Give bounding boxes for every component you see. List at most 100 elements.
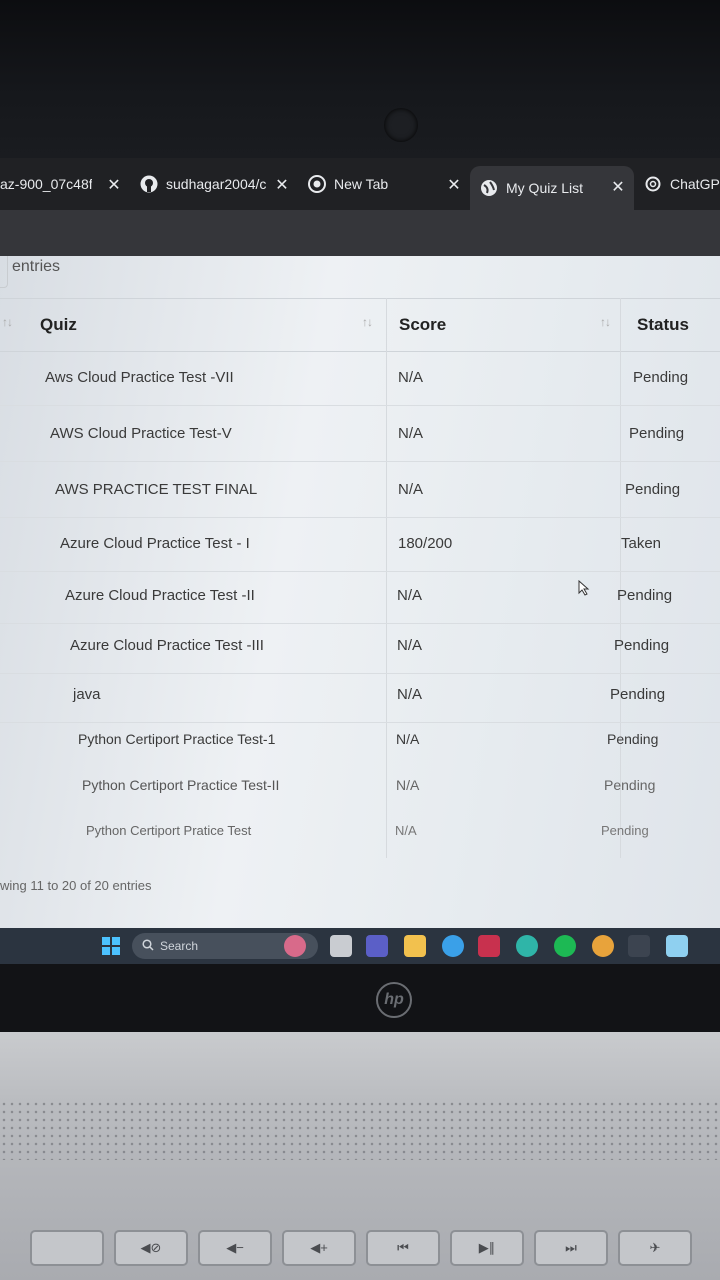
search-icon — [142, 938, 154, 954]
quiz-status: Pending — [601, 823, 649, 838]
close-icon[interactable]: ✕ — [106, 175, 122, 195]
search-placeholder: Search — [160, 939, 199, 953]
sort-icon[interactable]: ↑↓ — [600, 315, 611, 329]
table-info: wing 11 to 20 of 20 entries — [0, 878, 152, 893]
key-f7-volume-down: ◀− — [198, 1230, 272, 1266]
quiz-status: Pending — [610, 686, 666, 703]
webcam — [384, 108, 418, 142]
copilot-icon[interactable] — [284, 935, 306, 957]
tab-chatgpt[interactable]: ChatGP — [634, 164, 720, 204]
play-pause-icon: ▶∥ — [478, 1240, 496, 1255]
quiz-score: N/A — [397, 587, 423, 604]
quiz-name[interactable]: Python Certiport Pratice Test — [86, 823, 251, 838]
tab-label: New Tab — [334, 176, 389, 192]
key-f8-volume-up: ◀+ — [282, 1230, 356, 1266]
quiz-status: Pending — [607, 731, 659, 747]
quiz-name[interactable]: Python Certiport Practice Test-II — [82, 777, 279, 793]
table-row[interactable]: Azure Cloud Practice Test - I 180/200 Ta… — [0, 518, 720, 572]
tab-new-tab[interactable]: New Tab ✕ — [298, 164, 470, 204]
volume-up-icon: ◀+ — [310, 1240, 328, 1255]
tab-label: My Quiz List — [506, 180, 584, 196]
hp-logo: hp — [376, 982, 412, 1018]
key-f6-mute: ◀⊘ — [114, 1230, 188, 1266]
tab-az900[interactable]: az-900_07c48f3 ✕ — [0, 164, 130, 204]
mute-icon: ◀⊘ — [140, 1240, 162, 1255]
quiz-score: N/A — [397, 637, 423, 654]
quiz-score: N/A — [398, 481, 424, 498]
close-icon[interactable]: ✕ — [610, 177, 626, 197]
quiz-status: Pending — [614, 637, 670, 654]
quiz-score: N/A — [397, 686, 423, 703]
browser-toolbar — [0, 210, 720, 258]
speaker-grille — [0, 1100, 720, 1160]
store-icon[interactable] — [404, 935, 426, 957]
file-explorer-icon[interactable] — [330, 935, 352, 957]
quiz-name[interactable]: Python Certiport Practice Test-1 — [78, 731, 275, 747]
table-row[interactable]: AWS PRACTICE TEST FINAL N/A Pending — [0, 464, 720, 518]
chrome-icon — [308, 175, 326, 193]
column-header-status[interactable]: Status — [637, 315, 689, 335]
close-icon[interactable]: ✕ — [274, 175, 290, 195]
key-f11-next: ⏭ — [534, 1230, 608, 1266]
tab-github[interactable]: sudhagar2004/c ✕ — [130, 164, 298, 204]
quiz-score: N/A — [398, 425, 424, 442]
table-header: ↑↓ Quiz ↑↓ Score ↑↓ Status — [0, 298, 720, 352]
notepad-icon[interactable] — [666, 935, 688, 957]
mcafee-icon[interactable] — [478, 935, 500, 957]
teams-icon[interactable] — [366, 935, 388, 957]
tab-label: ChatGP — [670, 176, 720, 192]
quiz-status: Pending — [629, 425, 685, 442]
volume-down-icon: ◀− — [226, 1240, 244, 1255]
quiz-name[interactable]: java — [73, 686, 101, 703]
quiz-name[interactable]: Azure Cloud Practice Test -II — [65, 587, 255, 604]
table-row[interactable]: Azure Cloud Practice Test -III N/A Pendi… — [0, 620, 720, 674]
quiz-score: N/A — [398, 369, 424, 386]
spotify-icon[interactable] — [554, 935, 576, 957]
github-icon — [140, 175, 158, 193]
airplane-icon: ✈ — [649, 1240, 661, 1255]
column-header-score[interactable]: Score — [399, 315, 446, 335]
quiz-score: N/A — [396, 731, 420, 747]
tab-my-quiz-list[interactable]: My Quiz List ✕ — [470, 166, 634, 210]
terminal-icon[interactable] — [628, 935, 650, 957]
chatgpt-icon — [644, 175, 662, 193]
quiz-score: 180/200 — [398, 535, 453, 552]
quiz-name[interactable]: Azure Cloud Practice Test - I — [60, 535, 250, 552]
table-row[interactable]: AWS Cloud Practice Test-V N/A Pending — [0, 408, 720, 462]
table-row[interactable]: Azure Cloud Practice Test -II N/A Pendin… — [0, 570, 720, 624]
close-icon[interactable]: ✕ — [446, 175, 462, 195]
quiz-status: Pending — [617, 587, 673, 604]
windows-start-icon[interactable] — [100, 935, 122, 957]
quiz-status: Pending — [625, 481, 681, 498]
quiz-status: Pending — [604, 777, 656, 793]
quiz-status: Pending — [633, 369, 689, 386]
globe-icon — [480, 179, 498, 197]
next-track-icon: ⏭ — [565, 1240, 577, 1255]
windows-taskbar: Search — [0, 928, 720, 964]
tab-label: sudhagar2004/c — [166, 176, 266, 192]
column-header-quiz[interactable]: Quiz — [40, 315, 77, 335]
quiz-status: Taken — [621, 535, 662, 552]
key-f10-play-pause: ▶∥ — [450, 1230, 524, 1266]
quiz-name[interactable]: Azure Cloud Practice Test -III — [70, 637, 264, 654]
chrome-canary-icon[interactable] — [442, 935, 464, 957]
quiz-score: N/A — [396, 777, 420, 793]
chrome-icon[interactable] — [592, 935, 614, 957]
entries-select[interactable] — [0, 256, 8, 288]
key-f9-previous: ⏮ — [366, 1230, 440, 1266]
quiz-name[interactable]: AWS PRACTICE TEST FINAL — [55, 481, 257, 498]
key-f5 — [30, 1230, 104, 1266]
table-row[interactable]: Python Certiport Pratice Test N/A Pendin… — [0, 806, 720, 860]
laptop-bezel — [0, 0, 720, 160]
quiz-name[interactable]: AWS Cloud Practice Test-V — [50, 425, 232, 442]
tab-label: az-900_07c48f3 — [0, 176, 92, 192]
laptop-chin — [0, 964, 720, 1032]
key-f12-airplane: ✈ — [618, 1230, 692, 1266]
sort-icon[interactable]: ↑↓ — [2, 315, 13, 329]
edge-icon[interactable] — [516, 935, 538, 957]
mouse-cursor-icon — [578, 579, 590, 601]
table-row[interactable]: Aws Cloud Practice Test -VII N/A Pending — [0, 352, 720, 406]
sort-icon[interactable]: ↑↓ — [362, 315, 373, 329]
quiz-name[interactable]: Aws Cloud Practice Test -VII — [45, 369, 234, 386]
entries-label: entries — [12, 258, 61, 275]
